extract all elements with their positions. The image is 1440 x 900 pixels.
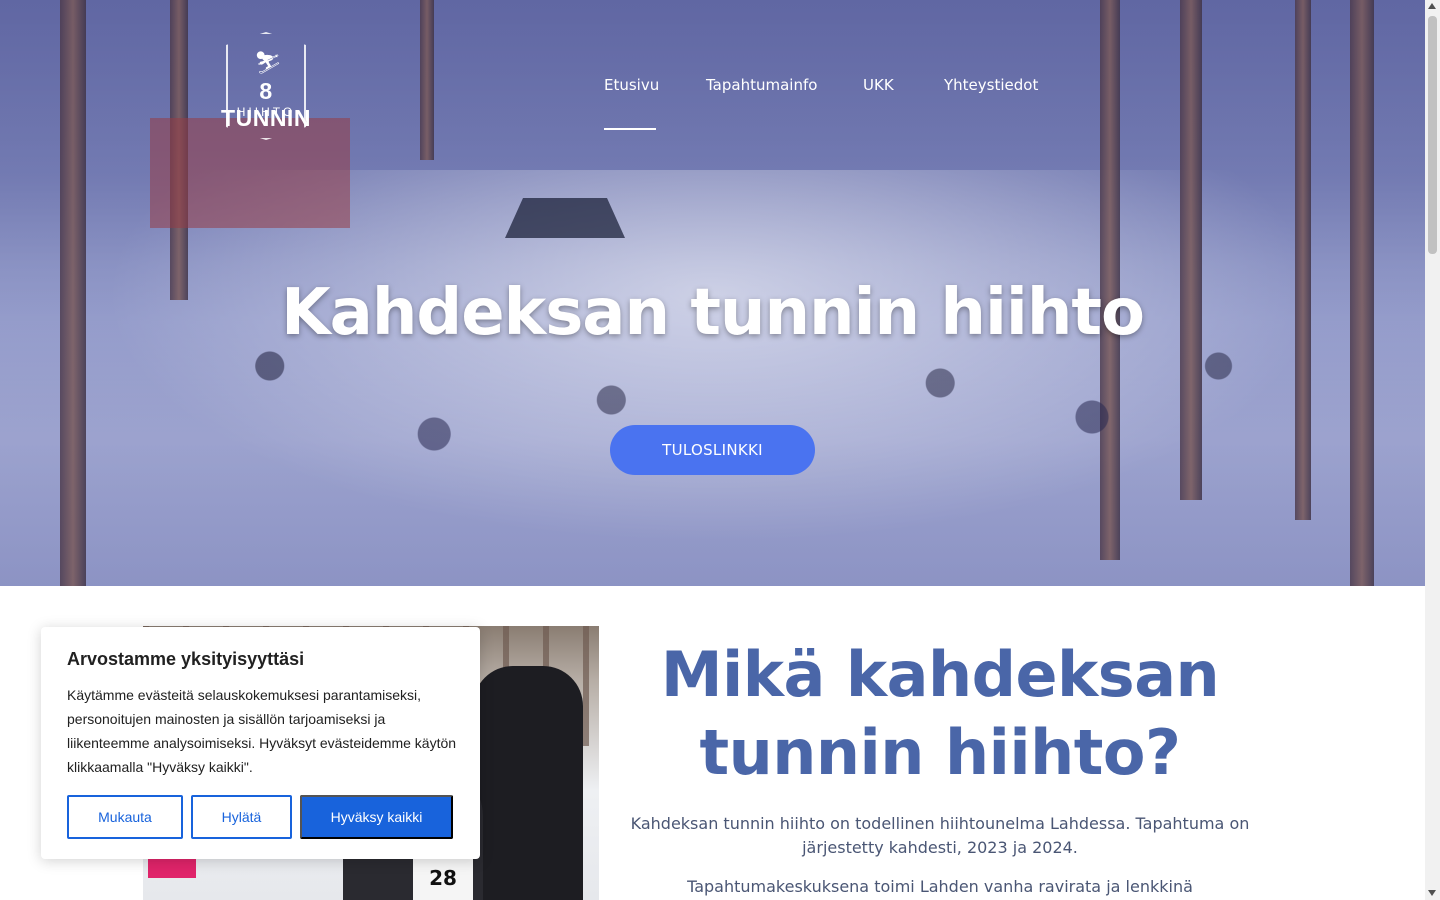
photo-bib-number: 28 (413, 856, 473, 900)
nav-active-indicator (604, 128, 656, 130)
about-paragraph-2: Tapahtumakeskuksena toimi Lahden vanha r… (687, 877, 1193, 896)
scroll-down-arrow-icon[interactable] (1428, 890, 1436, 896)
nav-item-ukk[interactable]: UKK (863, 76, 894, 94)
site-logo[interactable]: ⛷ 8 TUNNIN HIIHTO (218, 28, 314, 146)
nav-item-tapahtumainfo[interactable]: Tapahtumainfo (706, 76, 817, 94)
cookie-consent-banner: Arvostamme yksityisyyttäsi Käytämme eväs… (41, 627, 480, 859)
cookie-accept-all-button[interactable]: Hyväksy kaikki (300, 795, 453, 839)
cookie-reject-button[interactable]: Hylätä (191, 795, 292, 839)
page: ⛷ 8 TUNNIN HIIHTO Etusivu Tapahtumainfo … (0, 0, 1425, 900)
results-link-button[interactable]: TULOSLINKKI (610, 425, 815, 475)
scroll-up-arrow-icon[interactable] (1428, 3, 1436, 9)
nav-item-etusivu[interactable]: Etusivu (604, 76, 659, 94)
photo-flag (148, 858, 196, 878)
about-paragraph-1: Kahdeksan tunnin hiihto on todellinen hi… (630, 814, 1250, 857)
logo-line2: HIIHTO (236, 105, 296, 119)
hero-tree (420, 0, 434, 160)
photo-skier (473, 666, 583, 900)
cookie-banner-title: Arvostamme yksityisyyttäsi (67, 649, 305, 669)
page-scrollbar[interactable] (1425, 0, 1440, 900)
scrollbar-thumb[interactable] (1428, 16, 1437, 254)
nav-item-yhteystiedot[interactable]: Yhteystiedot (944, 76, 1038, 94)
hero-section: ⛷ 8 TUNNIN HIIHTO Etusivu Tapahtumainfo … (0, 0, 1425, 586)
cookie-customize-button[interactable]: Mukauta (67, 795, 183, 839)
hero-title: Kahdeksan tunnin hiihto (281, 276, 1145, 350)
cookie-banner-text: Käytämme evästeitä selauskokemuksesi par… (67, 687, 457, 775)
skier-icon: ⛷ (254, 51, 282, 76)
about-title: Mikä kahdeksan tunnin hiihto? (640, 636, 1240, 792)
about-title-line2: tunnin hiihto? (699, 716, 1181, 789)
about-title-line1: Mikä kahdeksan (660, 638, 1220, 711)
